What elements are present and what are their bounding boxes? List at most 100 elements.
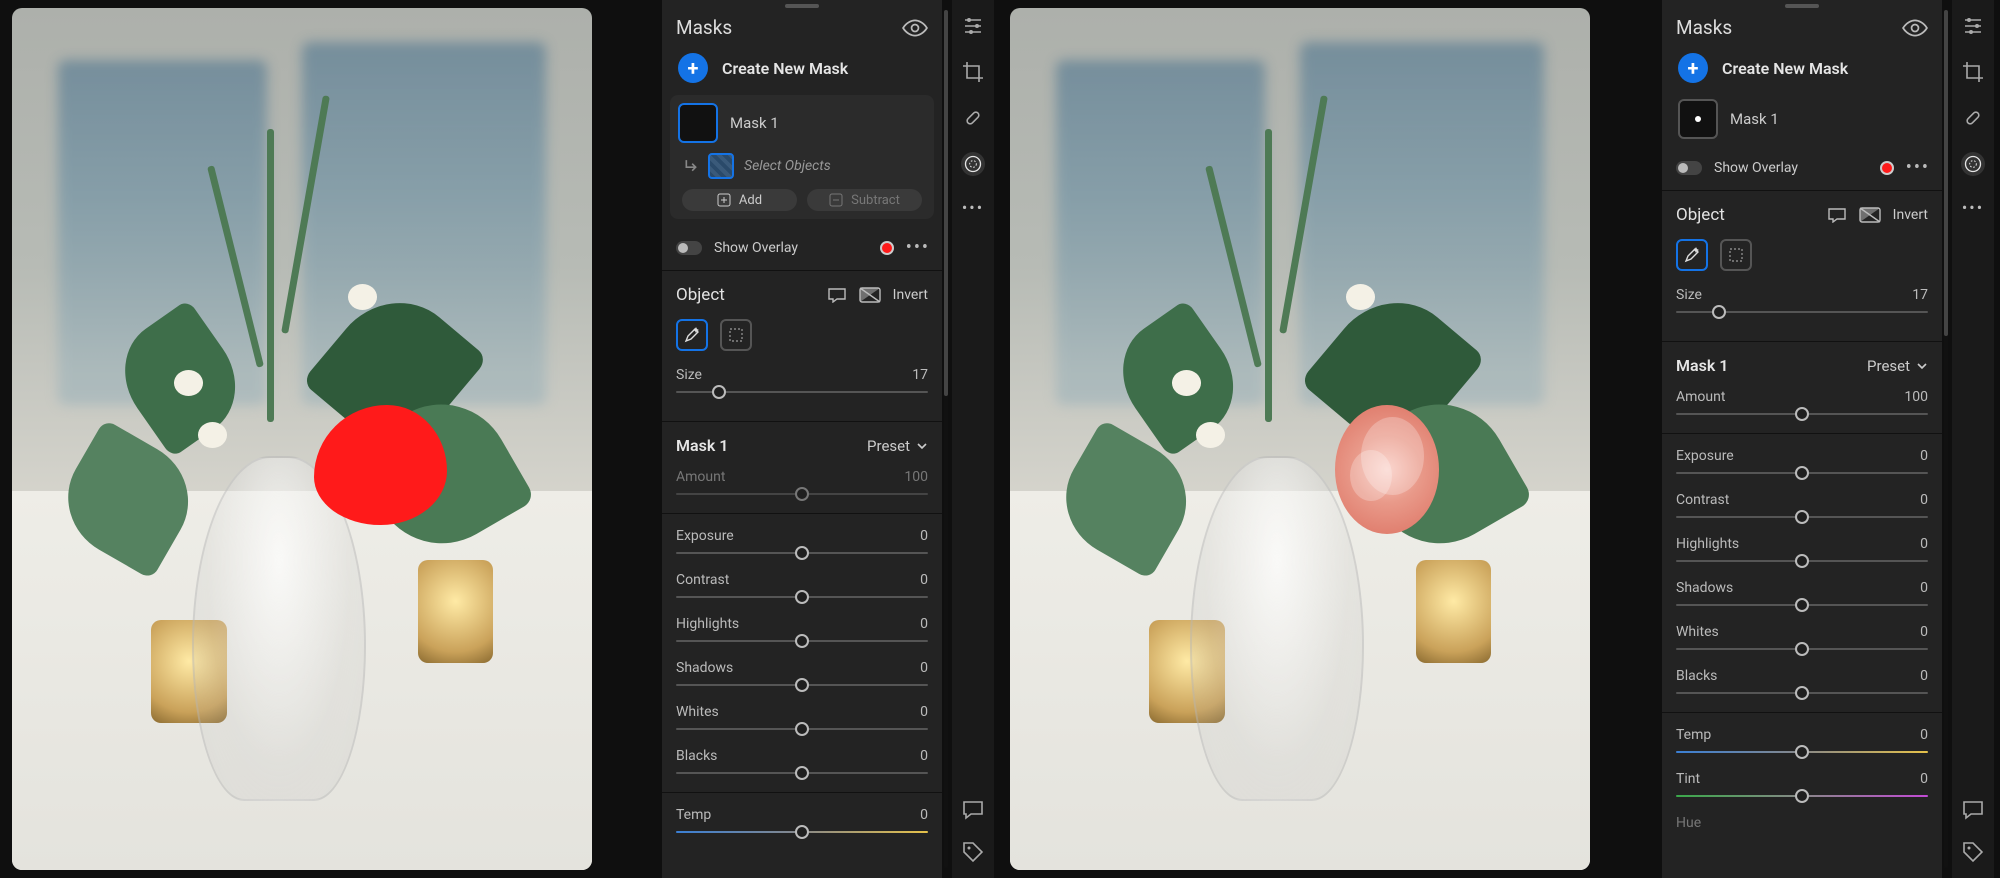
mask-subcomponent-row[interactable]: Select Objects [678, 153, 926, 179]
select-objects-thumb [708, 153, 734, 179]
show-overlay-toggle[interactable] [1676, 161, 1702, 175]
mask-name: Mask 1 [1730, 110, 1779, 128]
overlay-color-swatch[interactable] [880, 241, 894, 255]
rectangle-select-tool[interactable] [1720, 239, 1752, 271]
scrollbar-left[interactable] [944, 10, 948, 868]
show-overlay-toggle[interactable] [676, 241, 702, 255]
slider[interactable] [1676, 472, 1928, 474]
amount-slider[interactable] [676, 493, 928, 495]
more-tools-icon[interactable]: ••• [962, 198, 984, 217]
crop-icon[interactable] [1961, 60, 1985, 84]
more-icon[interactable]: ••• [1906, 157, 1930, 178]
slider-value: 0 [920, 616, 928, 632]
slider-label: Shadows [676, 660, 733, 676]
temp-label: Temp [676, 807, 711, 823]
invert-label[interactable]: Invert [893, 287, 928, 303]
mask-row[interactable]: Mask 1 [1662, 95, 1942, 149]
invert-label[interactable]: Invert [1893, 207, 1928, 223]
amount-slider[interactable] [1676, 413, 1928, 415]
toolstrip-right: ••• [1952, 0, 1994, 878]
mask-row[interactable]: Mask 1 [678, 103, 926, 143]
slider[interactable] [1676, 516, 1928, 518]
slider[interactable] [676, 684, 928, 686]
slider[interactable] [676, 596, 928, 598]
slider-label: Highlights [676, 616, 739, 632]
size-label: Size [1676, 287, 1702, 303]
temp-slider[interactable] [676, 831, 928, 833]
size-slider[interactable] [1676, 311, 1928, 313]
adjust-icon[interactable] [961, 14, 985, 38]
toolstrip-left: ••• [952, 0, 994, 878]
tint-slider[interactable] [1676, 795, 1928, 797]
mask-card: Mask 1 Select Objects Add Subtract [670, 95, 934, 219]
hue-label: Hue [1676, 815, 1701, 831]
slider-value: 0 [1920, 624, 1928, 640]
comment-icon[interactable] [961, 798, 985, 822]
overlay-color-swatch[interactable] [1880, 161, 1894, 175]
healing-icon[interactable] [1961, 106, 1985, 130]
slider-label: Whites [676, 704, 719, 720]
slider[interactable] [676, 728, 928, 730]
size-label: Size [676, 367, 702, 383]
crop-icon[interactable] [961, 60, 985, 84]
visibility-icon[interactable] [1902, 19, 1928, 37]
tint-value: 0 [1920, 771, 1928, 787]
subtract-label: Subtract [851, 193, 900, 208]
invert-icon[interactable] [1859, 207, 1881, 223]
panel-grabber[interactable] [1785, 4, 1819, 8]
slider[interactable] [1676, 692, 1928, 694]
mask-settings: Mask 1 Preset Amount 100 Exposure0Contra… [662, 421, 942, 851]
tag-icon[interactable] [961, 840, 985, 864]
brush-select-tool[interactable] [1676, 239, 1708, 271]
panel-grabber[interactable] [785, 4, 819, 8]
size-slider[interactable] [676, 391, 928, 393]
size-value: 17 [1912, 287, 1928, 303]
visibility-icon[interactable] [902, 19, 928, 37]
subtract-button[interactable]: Subtract [807, 189, 922, 211]
masks-title: Masks [1676, 16, 1902, 39]
candle-right [418, 560, 493, 663]
brush-select-tool[interactable] [676, 319, 708, 351]
more-icon[interactable]: ••• [906, 237, 930, 258]
masking-icon[interactable] [961, 152, 985, 176]
show-overlay-label: Show Overlay [1714, 160, 1868, 176]
more-tools-icon[interactable]: ••• [1962, 198, 1984, 217]
chevron-down-icon [916, 440, 928, 452]
slider-value: 0 [1920, 668, 1928, 684]
temp-slider[interactable] [1676, 751, 1928, 753]
tooltip-icon[interactable] [827, 287, 847, 303]
rectangle-select-tool[interactable] [720, 319, 752, 351]
adjust-icon[interactable] [1961, 14, 1985, 38]
comment-icon[interactable] [1961, 798, 1985, 822]
slider[interactable] [1676, 604, 1928, 606]
create-mask-row[interactable]: + Create New Mask [1662, 49, 1942, 95]
plus-icon: + [678, 53, 708, 83]
slider[interactable] [1676, 648, 1928, 650]
masking-icon[interactable] [1961, 152, 1985, 176]
stage-left[interactable] [12, 8, 592, 870]
scrollbar-right[interactable] [1944, 10, 1948, 868]
slider[interactable] [1676, 560, 1928, 562]
size-value: 17 [912, 367, 928, 383]
vase [1190, 456, 1364, 801]
slider-value: 0 [1920, 580, 1928, 596]
slider-value: 0 [920, 704, 928, 720]
tooltip-icon[interactable] [1827, 207, 1847, 223]
slider-value: 0 [1920, 492, 1928, 508]
create-mask-row[interactable]: + Create New Mask [662, 49, 942, 95]
amount-value: 100 [904, 469, 928, 485]
slider[interactable] [676, 552, 928, 554]
add-button[interactable]: Add [682, 189, 797, 211]
preset-dropdown[interactable]: Preset [1867, 357, 1928, 375]
slider[interactable] [676, 640, 928, 642]
preset-dropdown[interactable]: Preset [867, 437, 928, 455]
slider[interactable] [676, 772, 928, 774]
invert-icon[interactable] [859, 287, 881, 303]
slider-value: 0 [1920, 448, 1928, 464]
masks-panel-left: Masks + Create New Mask Mask 1 Select Ob… [662, 0, 942, 878]
slider-value: 0 [920, 748, 928, 764]
create-mask-label: Create New Mask [1722, 59, 1848, 78]
stage-right[interactable] [1010, 8, 1590, 870]
healing-icon[interactable] [961, 106, 985, 130]
tag-icon[interactable] [1961, 840, 1985, 864]
